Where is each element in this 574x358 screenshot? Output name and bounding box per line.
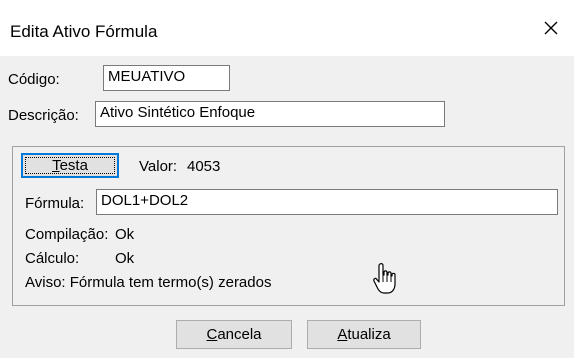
compilacao-label: Compilação:	[25, 226, 109, 243]
formula-field[interactable]: DOL1+DOL2	[96, 189, 558, 215]
codigo-label: Código:	[8, 71, 60, 88]
close-icon[interactable]	[540, 17, 562, 39]
calculo-label: Cálculo:	[25, 250, 80, 267]
valor-label: Valor:	[139, 158, 178, 175]
cancela-button[interactable]: Cancela	[176, 320, 292, 349]
compilacao-value: Ok	[115, 226, 135, 243]
descricao-label: Descrição:	[8, 107, 79, 124]
descricao-value: Ativo Sintético Enfoque	[100, 104, 256, 121]
window-title: Edita Ativo Fórmula	[10, 22, 158, 41]
calculo-value: Ok	[115, 250, 135, 267]
formula-group: Testa Valor: 4053 Fórmula: DOL1+DOL2 Com…	[12, 146, 565, 306]
valor-value: 4053	[187, 158, 221, 175]
descricao-field[interactable]: Ativo Sintético Enfoque	[95, 101, 445, 127]
formula-label: Fórmula:	[25, 195, 85, 212]
codigo-value: MEUATIVO	[108, 68, 186, 85]
codigo-field[interactable]: MEUATIVO	[103, 65, 230, 91]
atualiza-button[interactable]: Atualiza	[307, 320, 421, 349]
dialog-body: Código: MEUATIVO Descrição: Ativo Sintét…	[0, 56, 574, 358]
aviso-text: Aviso: Fórmula tem termo(s) zerados	[25, 274, 272, 291]
hand-pointer-icon	[373, 263, 396, 294]
testa-button[interactable]: Testa	[21, 153, 119, 178]
title-bar: Edita Ativo Fórmula	[0, 0, 574, 56]
formula-value: DOL1+DOL2	[101, 192, 189, 209]
